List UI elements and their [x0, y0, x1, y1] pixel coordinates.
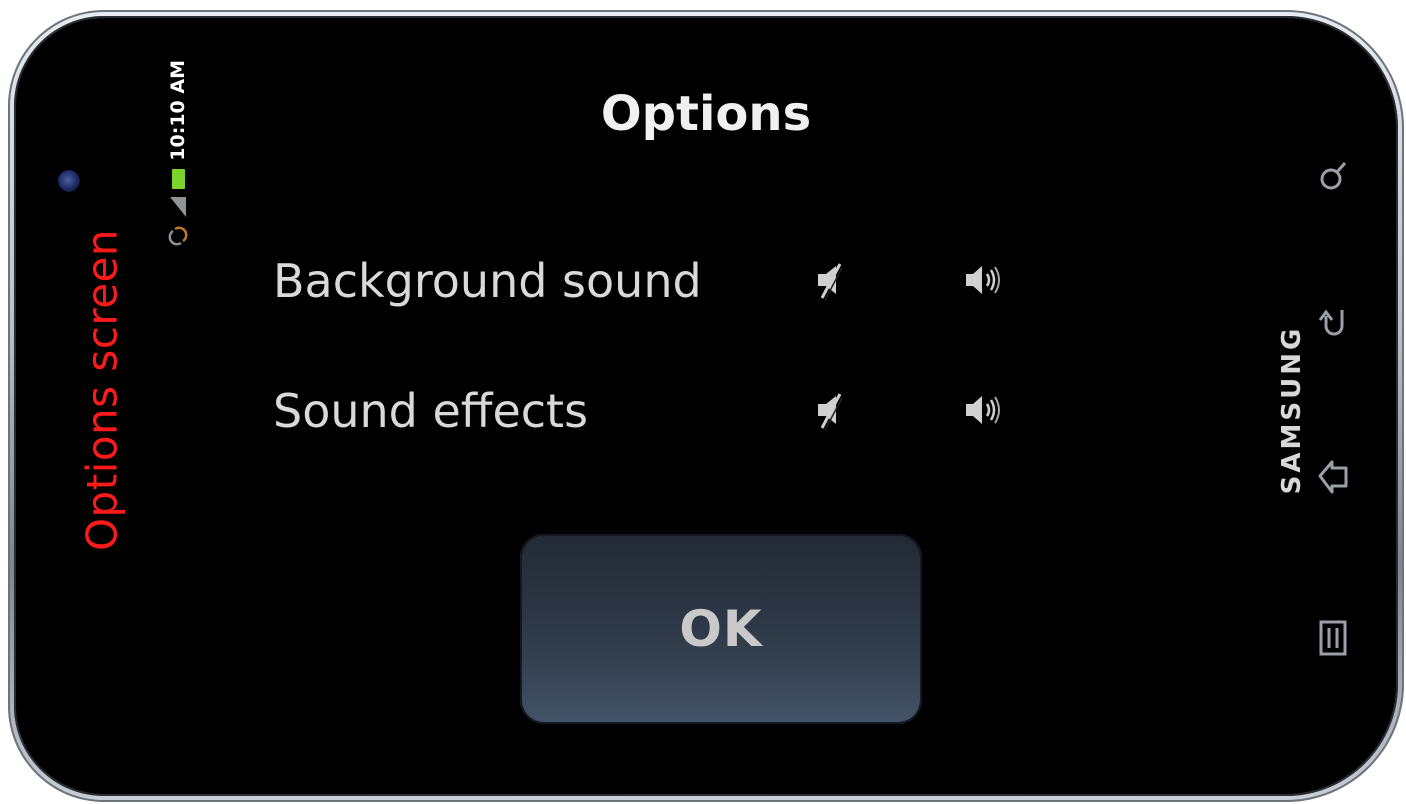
- background-sound-mute-icon[interactable]: [810, 258, 854, 302]
- battery-icon: [171, 168, 185, 189]
- sound-effects-speaker-icon[interactable]: [960, 388, 1004, 432]
- page: Options screen 10:10 AM Options Backgrou…: [0, 0, 1406, 804]
- samsung-logo: SAMSUNG: [1277, 325, 1307, 495]
- page-title: Options: [600, 86, 812, 142]
- sound-effects-mute-icon[interactable]: [810, 388, 854, 432]
- menu-icon[interactable]: [1312, 616, 1354, 658]
- front-camera-icon: [58, 170, 80, 192]
- search-icon[interactable]: [1312, 156, 1354, 198]
- ok-button[interactable]: OK: [520, 534, 922, 724]
- options-screen-annotation: Options screen: [77, 228, 127, 552]
- ok-button-label: OK: [679, 600, 763, 658]
- home-icon[interactable]: [1312, 456, 1354, 498]
- background-sound-label: Background sound: [273, 254, 702, 308]
- sync-icon: [167, 225, 189, 247]
- background-sound-speaker-icon[interactable]: [960, 258, 1004, 302]
- sound-effects-label: Sound effects: [273, 384, 589, 438]
- signal-icon: [170, 196, 186, 217]
- back-icon[interactable]: [1312, 302, 1354, 344]
- status-time: 10:10 AM: [167, 60, 189, 161]
